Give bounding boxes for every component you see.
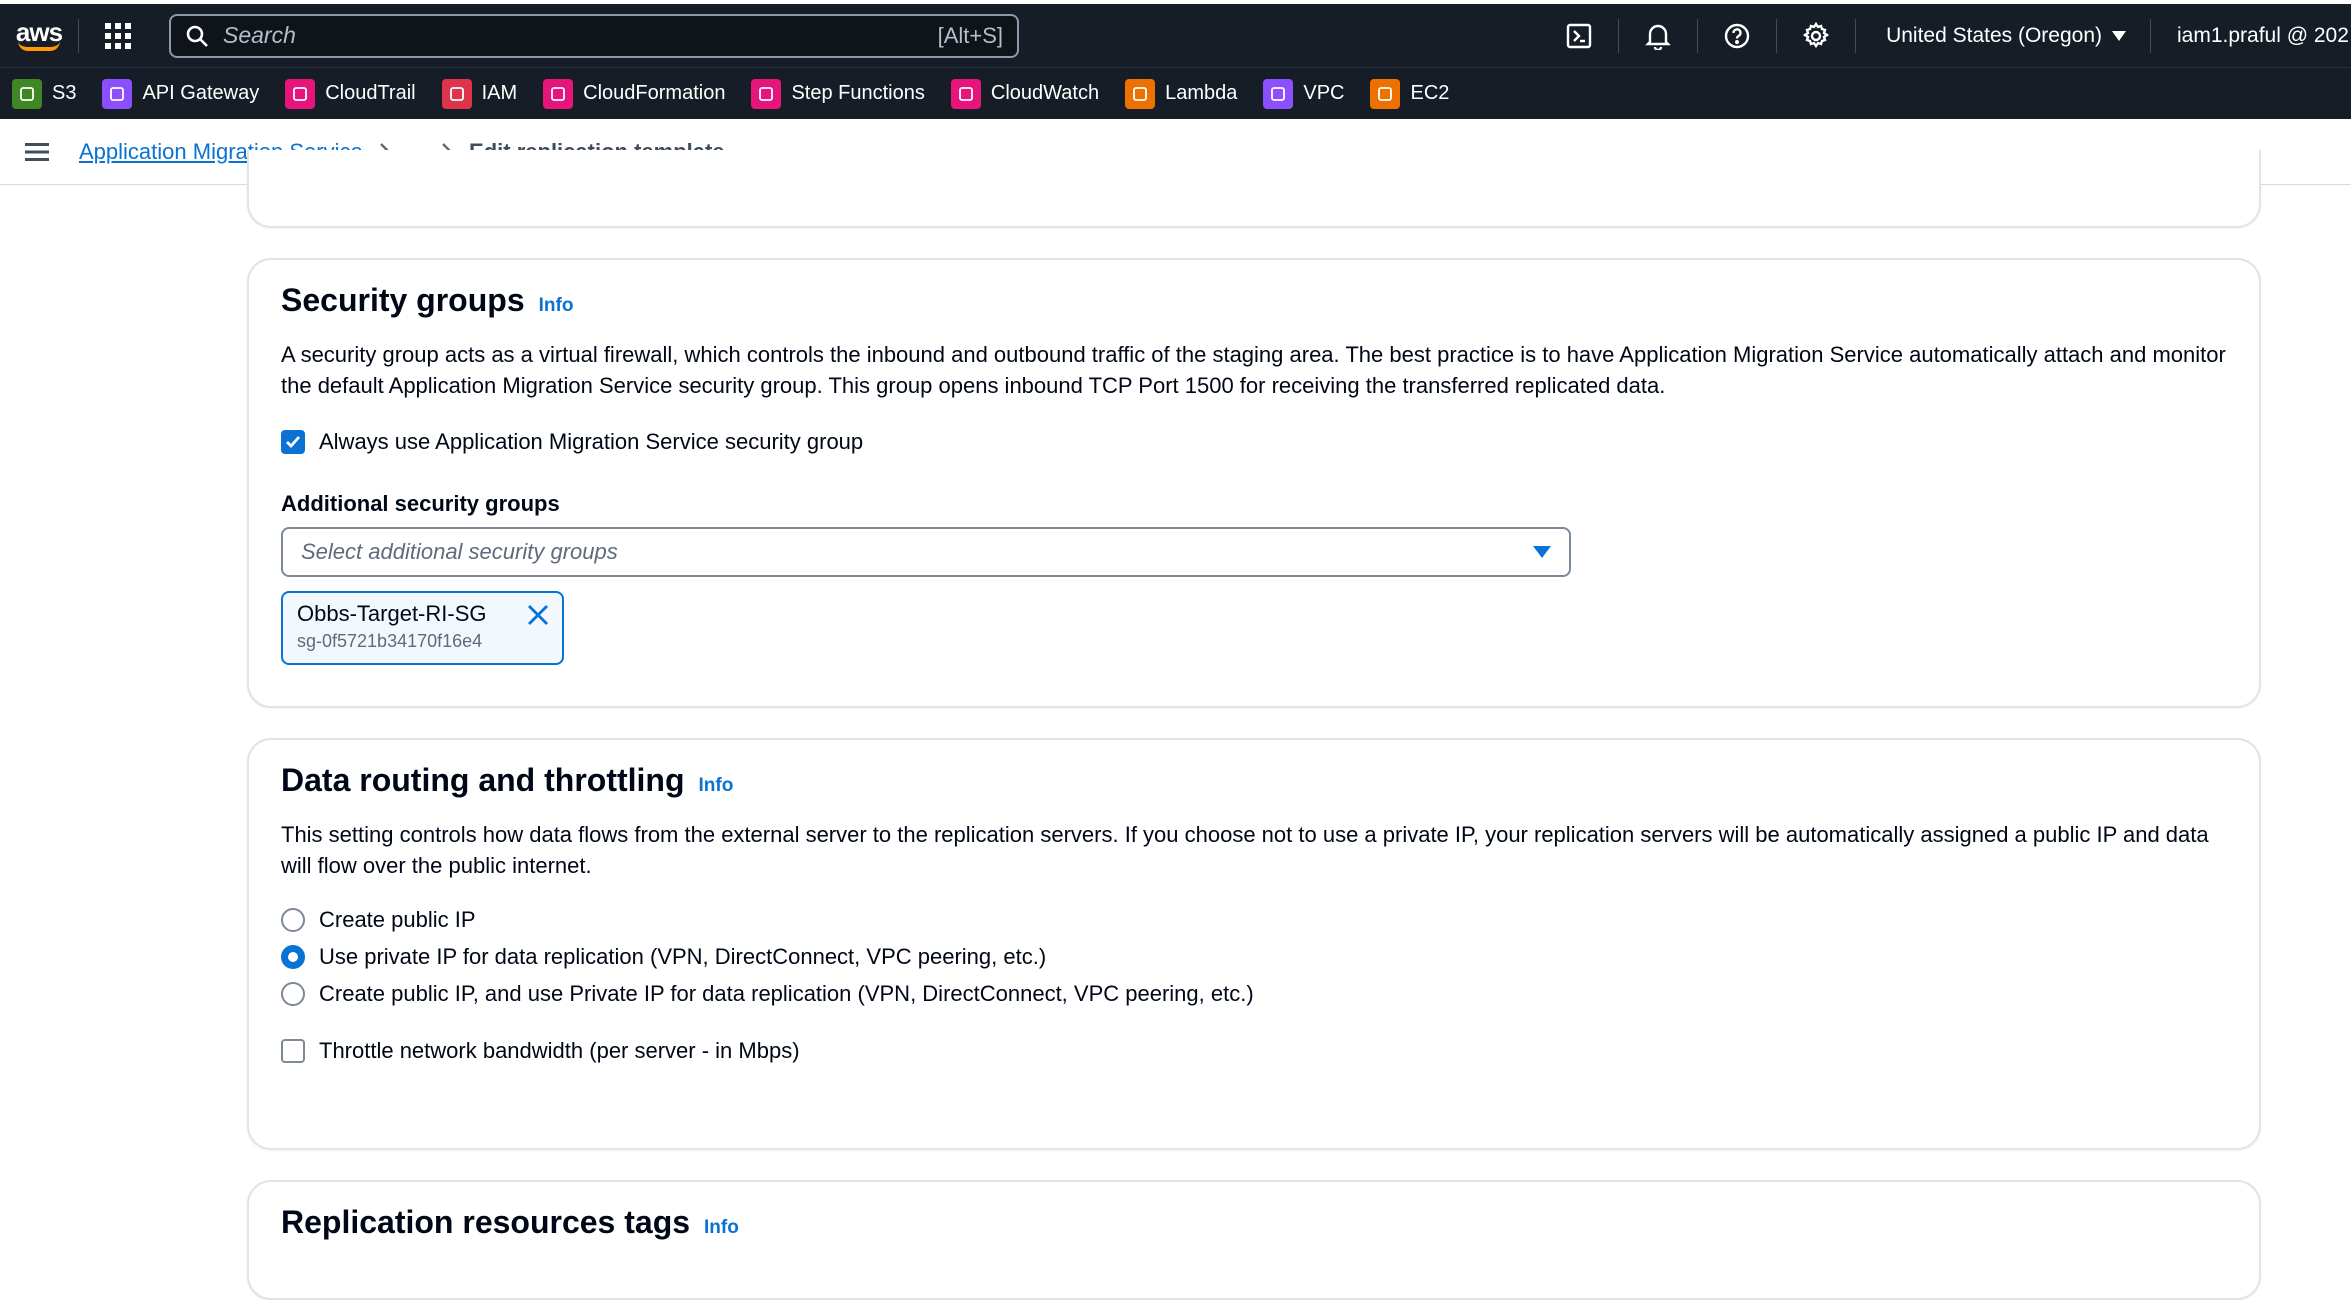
- section-title: Replication resources tags: [281, 1204, 691, 1240]
- token-id: sg-0f5721b34170f16e4: [297, 631, 483, 651]
- aws-logo[interactable]: aws: [0, 4, 78, 67]
- services-menu-button[interactable]: [79, 4, 157, 67]
- favorite-label: Step Functions: [791, 82, 925, 104]
- field-label: Additional security groups: [281, 491, 560, 516]
- section-description: A security group acts as a virtual firew…: [281, 342, 2226, 398]
- favorite-label: IAM: [481, 82, 518, 104]
- help-button[interactable]: [1698, 4, 1776, 67]
- section-header: Replication resources tags Info: [281, 1204, 2227, 1241]
- checkmark-icon: [286, 436, 301, 449]
- select-placeholder: Select additional security groups: [301, 539, 618, 564]
- section-description: This setting controls how data flows fro…: [281, 822, 2209, 878]
- data-routing-container: Data routing and throttling Info This se…: [247, 738, 2261, 1150]
- routing-option-0[interactable]: Create public IP: [281, 901, 2227, 938]
- favorite-step-functions[interactable]: Step Functions: [751, 78, 925, 109]
- checkbox-label: Always use Application Migration Service…: [319, 429, 864, 454]
- search-input[interactable]: Search [Alt+S]: [169, 13, 1019, 58]
- settings-button[interactable]: [1777, 4, 1855, 67]
- replication-tags-container: Replication resources tags Info: [247, 1180, 2261, 1300]
- throttle-checkbox-row[interactable]: Throttle network bandwidth (per server -…: [281, 1038, 2227, 1064]
- account-menu[interactable]: iam1.praful @ 202: [2151, 24, 2351, 48]
- caret-down-icon: [1533, 546, 1551, 558]
- gear-icon: [1802, 21, 1830, 48]
- service-icon: [751, 78, 782, 109]
- service-icon: [441, 78, 472, 109]
- favorite-label: API Gateway: [142, 82, 260, 104]
- always-use-sg-checkbox-row[interactable]: Always use Application Migration Service…: [281, 429, 2227, 455]
- close-icon: [528, 605, 548, 625]
- hamburger-icon: [25, 142, 49, 161]
- radio-label: Create public IP: [319, 906, 476, 932]
- section-header: Security groups Info: [281, 282, 2227, 319]
- routing-option-2[interactable]: Create public IP, and use Private IP for…: [281, 975, 2227, 1012]
- notifications-button[interactable]: [1619, 4, 1697, 67]
- caret-down-icon: [2112, 30, 2126, 41]
- throttle-checkbox[interactable]: [281, 1039, 305, 1063]
- favorite-label: EC2: [1410, 82, 1450, 104]
- service-icon: [543, 78, 574, 109]
- favorite-label: S3: [52, 82, 77, 104]
- cloudshell-button[interactable]: [1540, 4, 1618, 67]
- service-icon: [102, 78, 133, 109]
- favorites-bar: S3 API Gateway CloudTrail IAM CloudFormation…: [0, 67, 2351, 119]
- previous-section-container: [247, 150, 2261, 228]
- service-icon: [1263, 78, 1294, 109]
- aws-logo-text: aws: [15, 16, 63, 47]
- info-link[interactable]: Info: [539, 295, 574, 317]
- favorite-label: CloudWatch: [990, 82, 1100, 104]
- favorite-cloudtrail[interactable]: CloudTrail: [285, 78, 416, 109]
- routing-radio-group: Create public IP Use private IP for data …: [281, 901, 2227, 1012]
- security-group-token: Obbs-Target-RI-SG sg-0f5721b34170f16e4: [281, 591, 564, 665]
- nav-right-group: United States (Oregon) iam1.praful @ 202: [1540, 4, 2351, 67]
- favorite-ec2[interactable]: EC2: [1370, 78, 1450, 109]
- search-shortcut: [Alt+S]: [937, 22, 1003, 48]
- top-navigation: aws Search [Alt+S] United States (Oregon…: [0, 0, 2351, 67]
- search-placeholder: Search: [223, 22, 296, 48]
- checkbox-label: Throttle network bandwidth (per server -…: [319, 1038, 800, 1063]
- favorite-label: Lambda: [1165, 82, 1238, 104]
- favorite-iam[interactable]: IAM: [441, 78, 518, 109]
- favorite-api-gateway[interactable]: API Gateway: [102, 78, 260, 109]
- service-icon: [285, 78, 316, 109]
- always-use-sg-checkbox[interactable]: [281, 430, 305, 454]
- region-label: United States (Oregon): [1886, 23, 2102, 47]
- additional-security-groups-select[interactable]: Select additional security groups: [281, 527, 1571, 577]
- token-name: Obbs-Target-RI-SG: [297, 601, 487, 626]
- section-title: Data routing and throttling: [281, 762, 685, 798]
- service-icon: [950, 78, 981, 109]
- search-icon: [186, 25, 208, 47]
- side-nav-toggle[interactable]: [0, 142, 74, 162]
- service-icon: [12, 78, 42, 109]
- region-selector[interactable]: United States (Oregon): [1856, 24, 2150, 48]
- info-link[interactable]: Info: [704, 1217, 739, 1239]
- grid-icon: [105, 22, 131, 49]
- service-icon: [1125, 78, 1156, 109]
- section-header: Data routing and throttling Info: [281, 762, 2227, 799]
- favorite-cloudformation[interactable]: CloudFormation: [543, 78, 726, 109]
- info-link[interactable]: Info: [699, 775, 734, 797]
- routing-option-1[interactable]: Use private IP for data replication (VPN…: [281, 938, 2227, 975]
- favorite-s3[interactable]: S3: [12, 78, 77, 109]
- aws-smile-icon: [18, 41, 60, 51]
- radio-button[interactable]: [281, 981, 305, 1006]
- security-groups-container: Security groups Info A security group ac…: [247, 258, 2261, 708]
- radio-button[interactable]: [281, 944, 305, 969]
- radio-button[interactable]: [281, 907, 305, 932]
- section-title: Security groups: [281, 282, 525, 318]
- favorite-label: CloudFormation: [583, 82, 726, 104]
- bell-icon: [1645, 24, 1671, 50]
- service-icon: [1370, 78, 1401, 109]
- help-icon: [1724, 23, 1750, 48]
- favorite-label: CloudTrail: [325, 82, 416, 104]
- remove-token-button[interactable]: [526, 603, 550, 632]
- radio-label: Create public IP, and use Private IP for…: [319, 980, 1254, 1006]
- favorite-cloudwatch[interactable]: CloudWatch: [950, 78, 1100, 109]
- radio-label: Use private IP for data replication (VPN…: [319, 943, 1047, 969]
- cloudshell-icon: [1566, 23, 1592, 48]
- favorite-vpc[interactable]: VPC: [1263, 78, 1345, 109]
- favorite-label: VPC: [1303, 82, 1345, 104]
- favorite-lambda[interactable]: Lambda: [1125, 78, 1238, 109]
